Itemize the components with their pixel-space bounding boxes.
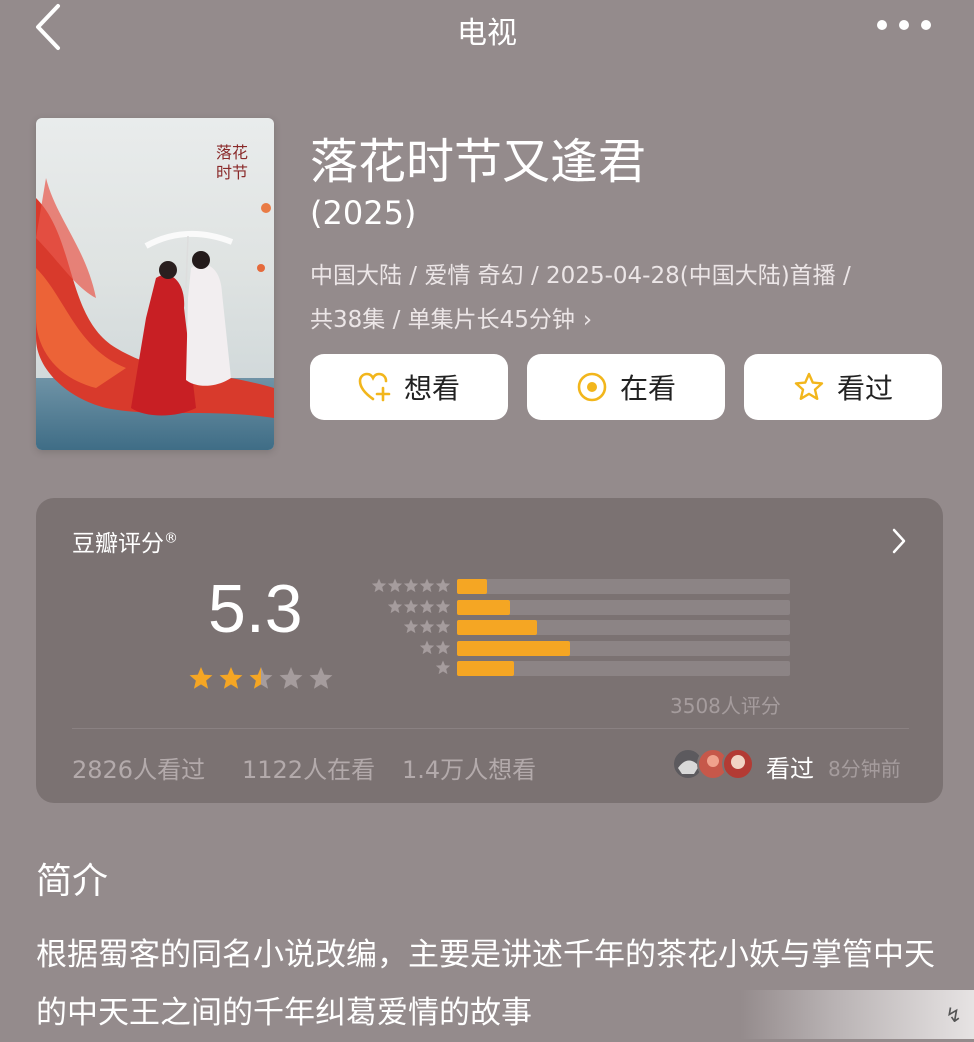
want-label: 想看: [403, 372, 460, 405]
distribution-row-2-star: [356, 640, 796, 656]
distribution-bar-fill: [457, 579, 487, 594]
distribution-bar-fill: [457, 661, 514, 676]
distribution-bar-fill: [457, 599, 511, 615]
stat-watched[interactable]: 2826人看过: [72, 750, 205, 785]
distribution-row-5-star: [356, 578, 796, 594]
distribution-stars-icon: [403, 619, 451, 634]
rating-score: 5.3: [208, 571, 303, 647]
distribution-bar-fill: [457, 620, 537, 635]
distribution-bar-track: [457, 599, 790, 615]
heart-plus-icon: [358, 372, 391, 402]
distribution-row-3-star: [356, 619, 796, 635]
poster-title-text: 落花: [216, 143, 248, 162]
distribution-bar-track: [457, 579, 790, 594]
registered-mark: ®: [164, 530, 178, 547]
recent-activity-action: 看过: [766, 755, 814, 783]
movie-title: 落花时节又逢君: [310, 134, 647, 190]
top-bar: 电视: [0, 0, 974, 60]
recent-activity-time: 8分钟前: [828, 757, 901, 781]
distribution-stars-icon: [371, 578, 451, 593]
watched-label: 看过: [836, 372, 893, 405]
stat-watching[interactable]: 1122人在看: [242, 750, 375, 785]
chevron-right-icon: ›: [582, 307, 593, 333]
watching-button[interactable]: 在看: [527, 354, 725, 420]
watching-label: 在看: [619, 372, 676, 405]
distribution-bar-track: [457, 620, 790, 635]
rating-count: 3508人评分: [670, 694, 781, 718]
page-title: 电视: [457, 16, 517, 51]
star-outline-icon: [794, 372, 824, 400]
score-stars: [189, 667, 333, 689]
poster-image[interactable]: 落花 时节: [36, 118, 274, 450]
distribution-row-1-star: [356, 660, 796, 676]
meta-info-text: 共38集 / 单集片长45分钟: [310, 307, 575, 333]
svg-text:时节: 时节: [216, 163, 248, 182]
meta-info-line2[interactable]: 共38集 / 单集片长45分钟 ›: [310, 300, 592, 334]
stat-want[interactable]: 1.4万人想看: [402, 750, 536, 785]
friend-avatars[interactable]: [672, 746, 758, 782]
rating-star-icon: [219, 667, 243, 689]
divider: [72, 728, 909, 729]
text-fade-overlay: [740, 990, 974, 1039]
distribution-stars-icon: [387, 599, 451, 613]
target-circle-icon: [577, 372, 607, 402]
want-to-watch-button[interactable]: 想看: [310, 354, 508, 420]
rating-star-icon: [189, 667, 213, 689]
distribution-stars-icon: [419, 640, 451, 654]
movie-year: (2025): [310, 194, 417, 232]
watched-button[interactable]: 看过: [744, 354, 942, 420]
distribution-stars-icon: [435, 660, 451, 675]
chevron-right-icon[interactable]: [889, 526, 909, 556]
distribution-bar-fill: [457, 640, 571, 656]
rating-card[interactable]: 豆瓣评分® 5.3 3508人评分 2826人看过 1122人在看 1.4万人想…: [36, 498, 943, 803]
distribution-row-4-star: [356, 599, 796, 615]
distribution-bar-track: [457, 640, 790, 656]
rating-source-label: 豆瓣评分®: [72, 530, 178, 557]
rating-star-icon: [309, 667, 333, 689]
meta-info-line1[interactable]: 中国大陆 / 爱情 奇幻 / 2025-04-28(中国大陆)首播 /: [310, 256, 851, 290]
distribution-bar-track: [457, 661, 790, 676]
expand-mark[interactable]: ↯: [945, 1003, 962, 1027]
rating-star-icon: [249, 667, 273, 689]
rating-star-icon: [279, 667, 303, 689]
intro-heading: 简介: [36, 861, 109, 902]
more-options-icon[interactable]: [876, 18, 932, 32]
